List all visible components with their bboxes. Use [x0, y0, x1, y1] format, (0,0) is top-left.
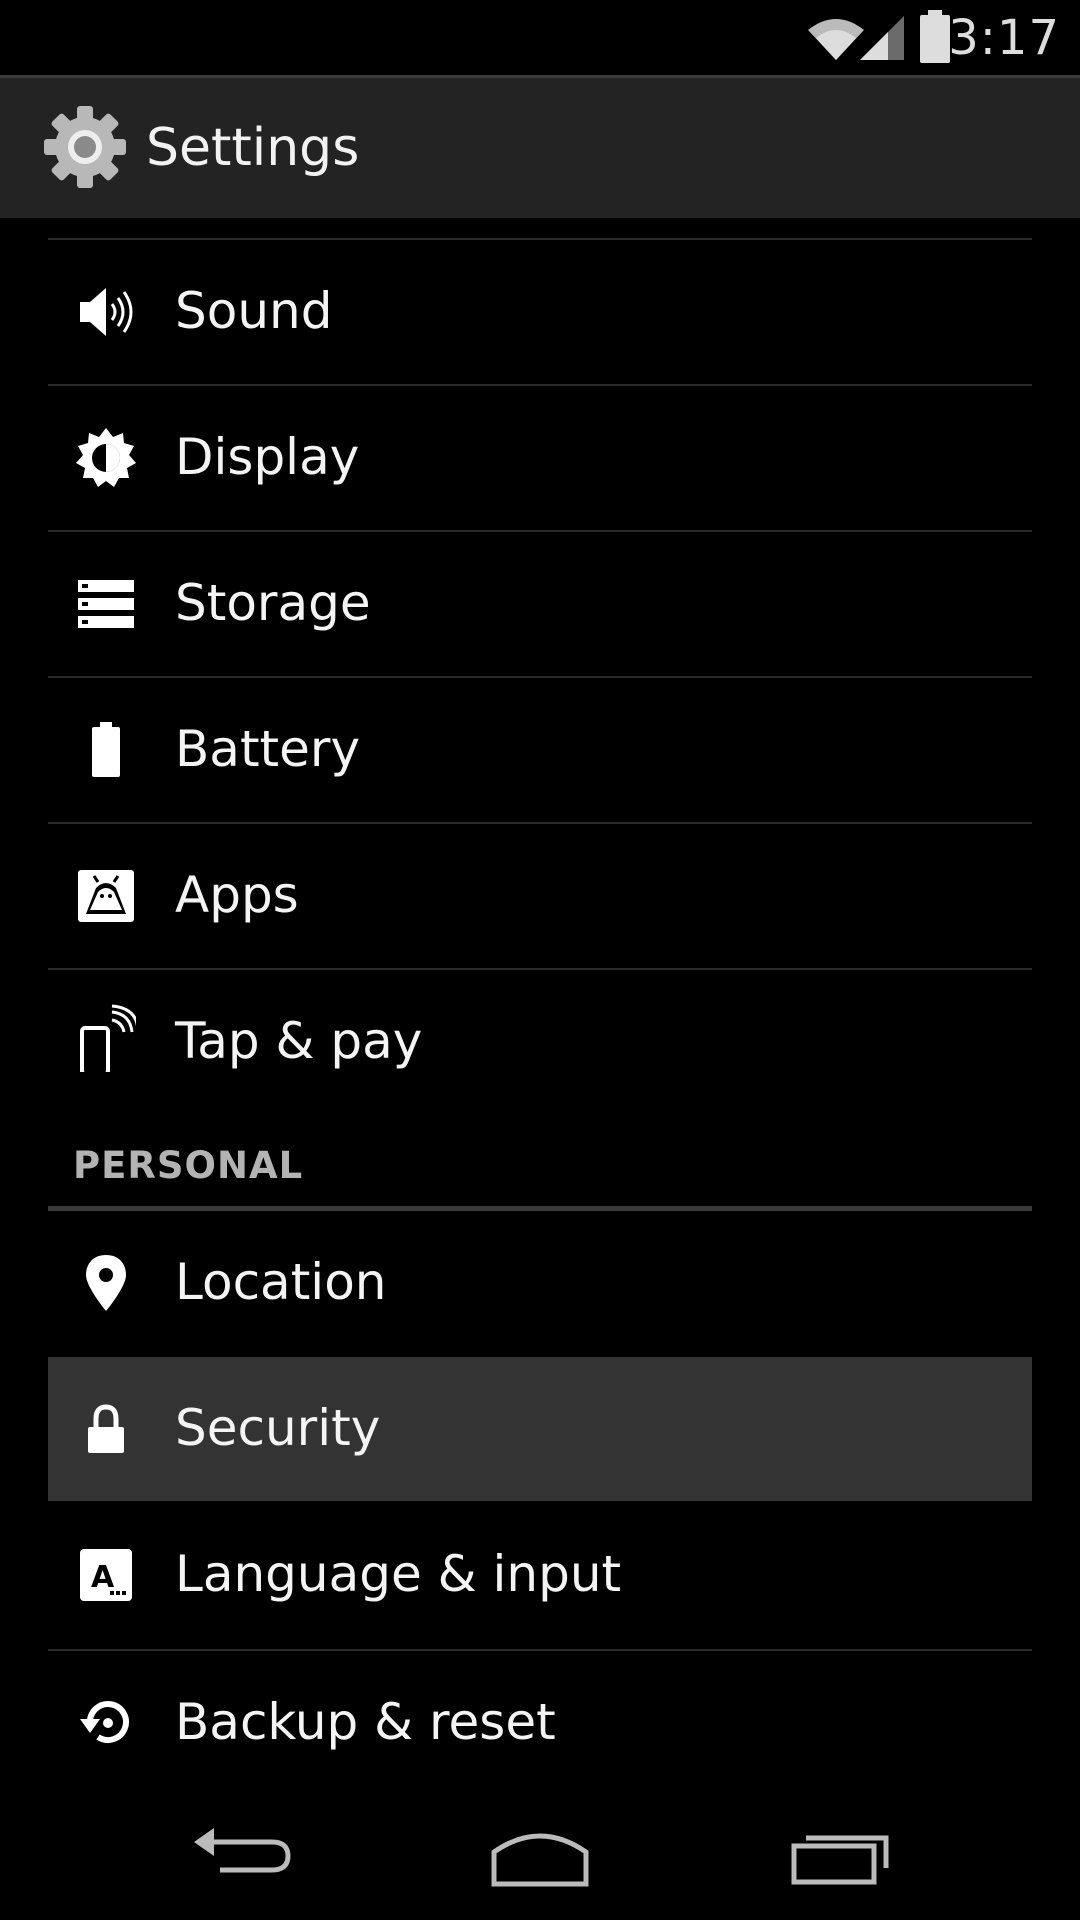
settings-item-label: Sound [175, 282, 333, 340]
location-pin-icon [86, 1255, 126, 1311]
battery-icon [92, 722, 120, 777]
svg-text:A: A [91, 1560, 115, 1595]
settings-item-label: Location [175, 1253, 387, 1311]
wifi-icon [808, 19, 864, 60]
android-apps-icon [78, 870, 134, 922]
settings-item-label: Storage [175, 574, 371, 632]
settings-item-storage[interactable]: Storage [48, 532, 1032, 676]
brightness-icon [76, 428, 136, 487]
signal-icon [860, 16, 904, 60]
settings-item-tap-and-pay[interactable]: Tap & pay [48, 970, 1032, 1114]
nfc-phone-icon [80, 1004, 136, 1072]
recents-icon[interactable] [780, 1810, 900, 1900]
status-time: 3:17 [948, 10, 1060, 66]
battery-icon [920, 10, 950, 63]
settings-item-label: Security [175, 1399, 381, 1457]
page-title: Settings [146, 118, 360, 178]
settings-item-display[interactable]: Display [48, 386, 1032, 530]
settings-item-label: Backup & reset [175, 1693, 556, 1751]
lock-icon [88, 1404, 124, 1453]
settings-item-location[interactable]: Location [48, 1211, 1032, 1355]
home-icon[interactable] [480, 1810, 600, 1900]
section-header-personal: PERSONAL [73, 1144, 304, 1187]
screen: 3:17 Settings Sound Display Storage Batt… [0, 0, 1080, 1920]
speaker-icon [80, 288, 133, 336]
restore-icon [80, 1701, 129, 1744]
settings-item-security[interactable]: Security [48, 1357, 1032, 1501]
settings-item-label: Language & input [175, 1545, 622, 1603]
storage-icon [78, 580, 134, 628]
settings-item-label: Battery [175, 720, 361, 778]
settings-item-apps[interactable]: Apps [48, 824, 1032, 968]
gear-icon[interactable] [40, 102, 130, 192]
keyboard-letter-icon: A [80, 1549, 132, 1601]
navigation-bar [0, 1790, 1080, 1920]
settings-item-label: Apps [175, 866, 299, 924]
settings-item-sound[interactable]: Sound [48, 240, 1032, 384]
settings-item-language-input[interactable]: A Language & input [48, 1503, 1032, 1647]
status-bar: 3:17 [0, 0, 1080, 75]
settings-item-backup-reset[interactable]: Backup & reset [48, 1651, 1032, 1795]
settings-item-battery[interactable]: Battery [48, 678, 1032, 822]
back-icon[interactable] [180, 1810, 300, 1900]
settings-item-label: Tap & pay [175, 1012, 423, 1070]
settings-item-label: Display [175, 428, 360, 486]
action-bar: Settings [0, 75, 1080, 218]
